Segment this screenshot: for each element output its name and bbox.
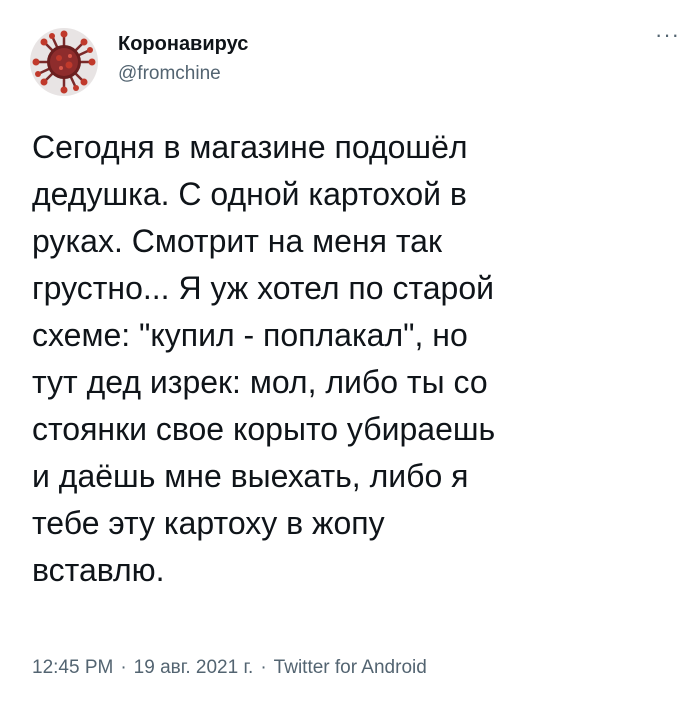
tweet-text-line: Сегодня в магазине подошёл xyxy=(32,129,468,165)
tweet-source[interactable]: Twitter for Android xyxy=(274,657,427,678)
tweet-text-line: и даёшь мне выехать, либо я xyxy=(32,458,469,494)
tweet-meta: 12:45 PM · 19 авг. 2021 г. · Twitter for And… xyxy=(32,655,427,681)
tweet-text-line: тебе эту картоху в жопу xyxy=(32,505,385,541)
tweet-text-line: руках. Смотрит на меня так xyxy=(32,223,442,259)
meta-separator: · xyxy=(120,657,127,678)
tweet-header: Коронавирус @fromchine ··· xyxy=(30,24,680,98)
tweet-text-line: стоянки свое корыто убираешь xyxy=(32,411,496,447)
author-handle[interactable]: @fromchine xyxy=(118,61,248,87)
more-options-icon[interactable]: ··· xyxy=(640,24,680,52)
tweet-text-line: грустно... Я уж хотел по старой xyxy=(32,270,494,306)
tweet-date[interactable]: 19 авг. 2021 г. xyxy=(134,657,254,678)
author-names: Коронавирус @fromchine xyxy=(118,31,248,87)
avatar[interactable] xyxy=(30,28,98,96)
tweet-text-line: схеме: "купил - поплакал", но xyxy=(32,317,468,353)
tweet-text-line: дедушка. С одной картохой в xyxy=(32,176,467,212)
tweet-text-line: вставлю. xyxy=(32,552,165,588)
tweet-time[interactable]: 12:45 PM xyxy=(32,657,113,678)
tweet-text: Сегодня в магазине подошёл дедушка. С од… xyxy=(32,124,672,594)
tweet-text-line: тут дед изрек: мол, либо ты со xyxy=(32,364,488,400)
author-display-name[interactable]: Коронавирус xyxy=(118,31,248,57)
meta-separator: · xyxy=(260,657,267,678)
coronavirus-icon xyxy=(30,28,98,96)
tweet-card: Коронавирус @fromchine ··· Сегодня в маг… xyxy=(0,0,700,718)
